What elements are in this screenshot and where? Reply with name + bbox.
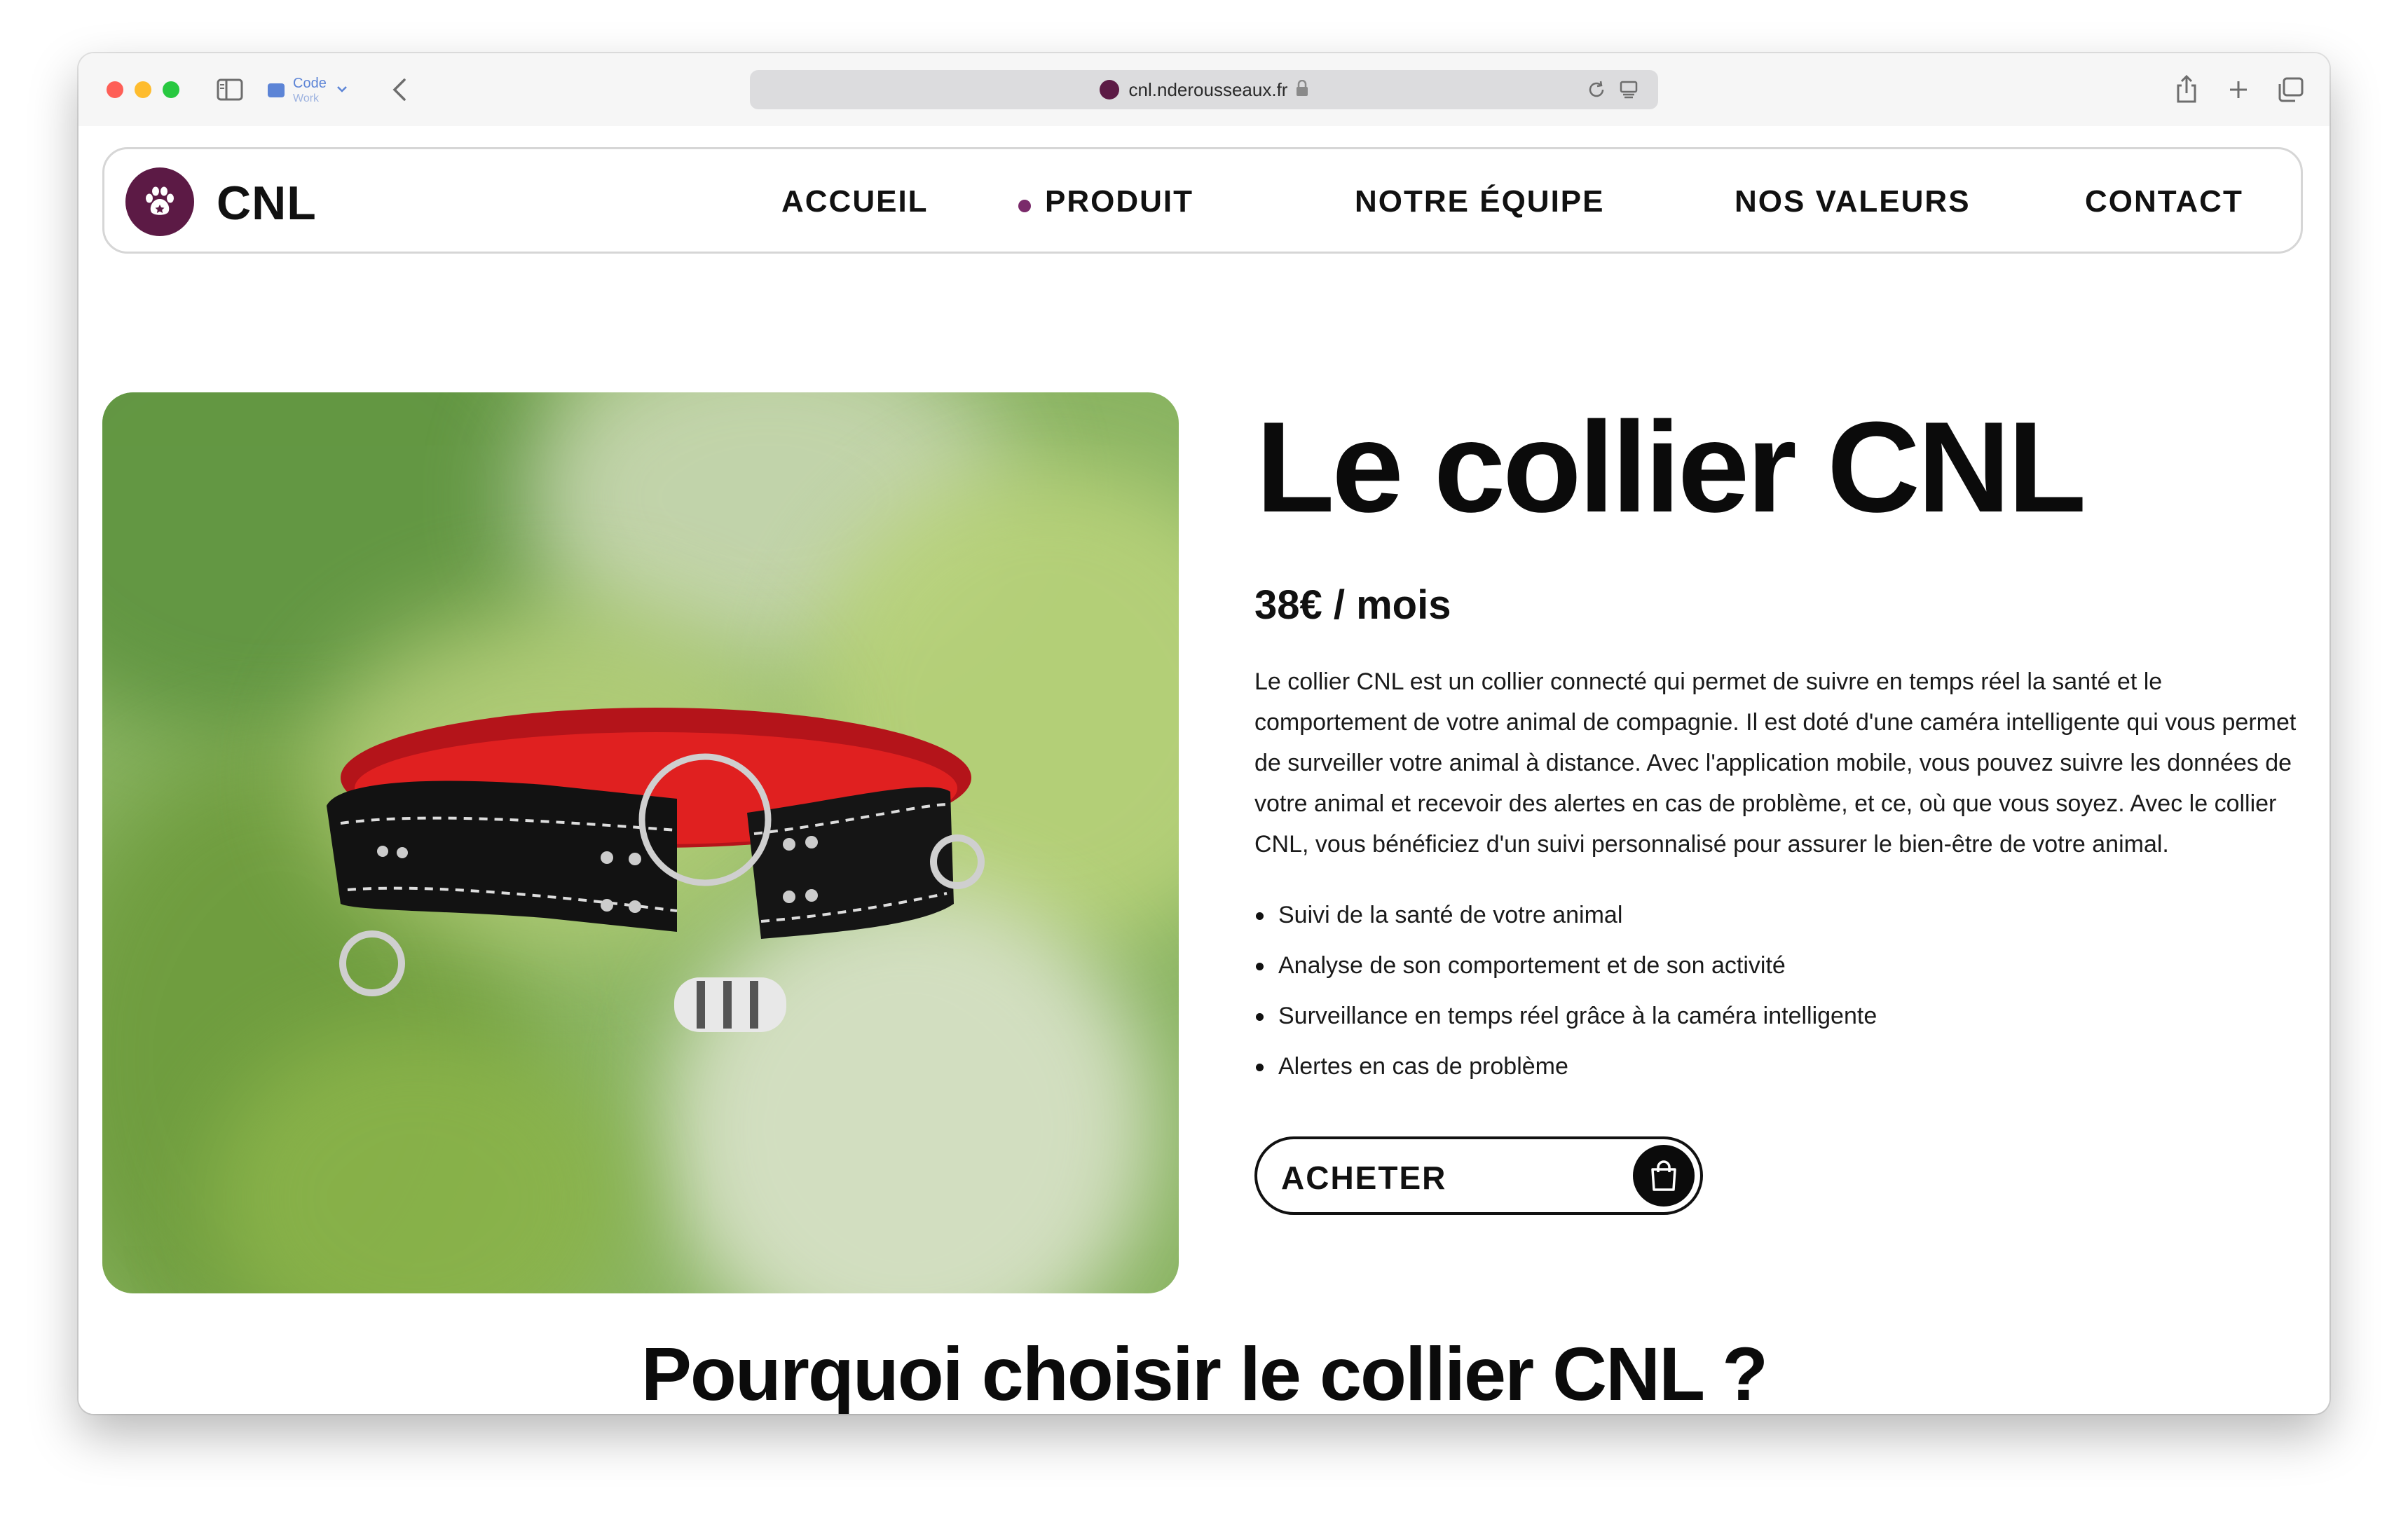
reload-icon[interactable] [1585,78,1608,101]
nav-item-accueil[interactable]: ACCUEIL [781,184,929,219]
feature-item: Alertes en cas de problème [1254,1041,1877,1092]
back-arrow-icon[interactable] [385,74,413,105]
active-indicator-dot [1018,200,1031,212]
buy-button[interactable]: ACHETER [1254,1136,1703,1215]
share-icon[interactable] [2173,73,2201,105]
nav-item-produit[interactable]: PRODUIT [1045,184,1193,219]
close-window-button[interactable] [107,81,123,98]
browser-toolbar: Code Work cnl.nderousseaux.fr [78,53,2330,126]
site-navbar: CNL ACCUEIL PRODUIT NOTRE ÉQUIPE NOS VAL… [102,147,2303,254]
section-heading: Pourquoi choisir le collier CNL ? [641,1331,1768,1414]
sidebar-toggle-icon[interactable] [216,76,244,104]
minimize-window-button[interactable] [135,81,151,98]
nav-item-contact[interactable]: CONTACT [2085,184,2243,219]
reader-mode-icon[interactable] [1617,78,1640,101]
feature-item: Surveillance en temps réel grâce à la ca… [1254,991,1877,1041]
chevron-down-icon [336,84,348,97]
tab-overview-icon[interactable] [2275,76,2306,104]
shopping-bag-icon [1633,1145,1695,1207]
paw-logo-icon[interactable] [125,167,194,236]
product-description: Le collier CNL est un collier connecté q… [1254,668,2297,858]
collar-image [102,392,1179,1293]
buy-button-label: ACHETER [1281,1160,1447,1196]
zoom-window-button[interactable] [163,81,179,98]
new-tab-icon[interactable] [2224,76,2252,104]
feature-item: Suivi de la santé de votre animal [1254,890,1877,940]
product-title: Le collier CNL [1256,394,2086,539]
page-content: CNL ACCUEIL PRODUIT NOTRE ÉQUIPE NOS VAL… [78,126,2330,1414]
site-favicon-icon [1099,80,1119,99]
nav-item-nos-valeurs[interactable]: NOS VALEURS [1735,184,1971,219]
feature-item: Analyse de son comportement et de son ac… [1254,940,1877,991]
tab-group-selector[interactable]: Code Work [268,74,348,106]
url-text: cnl.nderousseaux.fr [1128,78,1288,100]
collar-icon [327,708,985,1032]
browser-window: Code Work cnl.nderousseaux.fr CNL ACCUEI… [78,53,2330,1414]
tab-group-subtitle: Work [293,92,320,104]
product-price: 38€ / mois [1254,582,1451,628]
lock-icon [1296,79,1308,100]
brand-name[interactable]: CNL [217,176,317,231]
address-bar[interactable]: cnl.nderousseaux.fr [750,70,1658,109]
nav-item-notre-equipe[interactable]: NOTRE ÉQUIPE [1355,184,1605,219]
feature-list: Suivi de la santé de votre animal Analys… [1254,890,1877,1092]
tab-group-name: Code [293,76,327,91]
tab-group-icon [268,83,285,97]
